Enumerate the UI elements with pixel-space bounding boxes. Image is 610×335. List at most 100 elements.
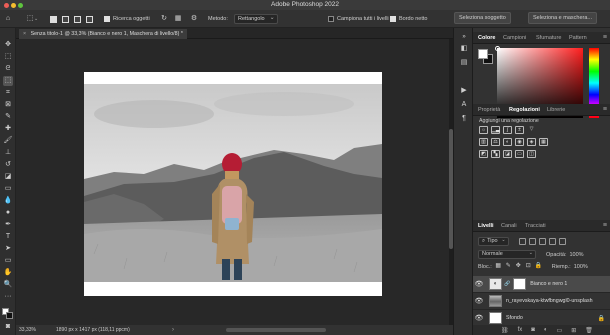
tab-layers[interactable]: Livelli: [478, 220, 494, 232]
canvas-area[interactable]: [16, 39, 453, 325]
status-menu-chevron-icon[interactable]: ›: [172, 325, 174, 335]
layer-name[interactable]: n_rayevskaya-ktwfbngwgl0-unsplash: [506, 298, 606, 304]
lock-all-icon[interactable]: 🔒: [535, 263, 542, 270]
tab-libraries[interactable]: Librerie: [547, 104, 565, 116]
hard-edge-checkbox[interactable]: [390, 16, 396, 22]
layer-row[interactable]: 👁 n_rayevskaya-ktwfbngwgl0-unsplash: [473, 293, 610, 310]
tab-gradients[interactable]: Sfumature: [536, 32, 561, 44]
home-icon[interactable]: ⌂: [4, 14, 12, 24]
delete-layer-icon[interactable]: 🗑: [585, 327, 593, 334]
vibrance-icon[interactable]: ▽: [527, 126, 536, 134]
close-icon[interactable]: ×: [23, 31, 26, 37]
intersect-selection-icon[interactable]: [86, 14, 93, 24]
tab-paths[interactable]: Tracciati: [525, 220, 546, 232]
eye-icon[interactable]: 👁: [473, 297, 485, 305]
opacity-value[interactable]: 100%: [569, 252, 583, 258]
color-panel-menu-icon[interactable]: ≡: [603, 32, 607, 44]
tool-preset-icon[interactable]: ⬚ ⌄: [26, 14, 39, 24]
eraser-tool-icon[interactable]: ◪: [3, 172, 13, 182]
lock-position-icon[interactable]: ✥: [515, 263, 522, 270]
lasso-tool-icon[interactable]: ᘓ: [3, 64, 13, 74]
levels-icon[interactable]: ▁▃: [491, 126, 500, 134]
hue-saturation-icon[interactable]: ▥: [479, 138, 488, 146]
paragraph-panel-icon[interactable]: ¶: [459, 114, 469, 124]
brightness-contrast-icon[interactable]: ☼: [479, 126, 488, 134]
layers-panel-menu-icon[interactable]: ≡: [603, 220, 607, 232]
layer-filter-kind[interactable]: ⌕ Tipo: [478, 237, 509, 246]
layer-style-icon[interactable]: fx: [518, 327, 523, 333]
layer-row[interactable]: 👁 ◐ 🔗 Bianco e nero 1: [473, 276, 610, 293]
quick-mask-icon[interactable]: ◙: [3, 322, 13, 332]
color-balance-icon[interactable]: ⚖: [491, 138, 500, 146]
crop-tool-icon[interactable]: ⌗: [3, 88, 13, 98]
link-icon[interactable]: 🔗: [504, 281, 510, 287]
filter-shape-icon[interactable]: [548, 238, 556, 245]
selective-color-icon[interactable]: ◫: [527, 150, 536, 158]
tab-channels[interactable]: Canali: [501, 220, 517, 232]
link-layers-icon[interactable]: ⛓: [501, 327, 509, 334]
black-white-icon[interactable]: ◐: [503, 138, 512, 146]
lock-transparent-icon[interactable]: ▦: [495, 263, 502, 270]
character-panel-icon[interactable]: A: [459, 100, 469, 110]
gradient-tool-icon[interactable]: ▭: [3, 184, 13, 194]
refresh-icon[interactable]: ↻: [160, 14, 168, 24]
collapse-chevron-icon[interactable]: »: [459, 32, 469, 42]
lock-artboard-icon[interactable]: ⊡: [525, 263, 532, 270]
eye-icon[interactable]: 👁: [473, 314, 485, 322]
blur-tool-icon[interactable]: 💧: [3, 196, 13, 206]
document-tab[interactable]: × Senza titolo-1 @ 33,3% (Bianco e nero …: [19, 29, 187, 39]
blend-mode-select[interactable]: Normale: [478, 250, 536, 259]
zoom-level[interactable]: 33,33%: [19, 325, 36, 335]
eyedropper-tool-icon[interactable]: ✎: [3, 112, 13, 122]
path-selection-tool-icon[interactable]: ➤: [3, 244, 13, 254]
method-select[interactable]: Rettangolo: [234, 14, 278, 24]
method-value[interactable]: Rettangolo: [234, 14, 278, 24]
clone-stamp-tool-icon[interactable]: ⊥: [3, 148, 13, 158]
exposure-icon[interactable]: ±: [515, 126, 524, 134]
tab-adjustments[interactable]: Regolazioni: [509, 104, 540, 116]
hand-tool-icon[interactable]: ✋: [3, 268, 13, 278]
show-objects-icon[interactable]: ▦: [174, 14, 182, 24]
tab-color[interactable]: Colore: [478, 32, 495, 44]
filter-type-icon[interactable]: [538, 238, 546, 245]
eye-icon[interactable]: 👁: [473, 280, 485, 288]
new-group-icon[interactable]: ▭: [557, 327, 563, 334]
actions-panel-icon[interactable]: ▶: [459, 86, 469, 96]
tab-patterns[interactable]: Pattern: [569, 32, 587, 44]
photo-filter-icon[interactable]: ◉: [515, 138, 524, 146]
threshold-icon[interactable]: ◪: [503, 150, 512, 158]
adjustments-panel-menu-icon[interactable]: ≡: [603, 104, 607, 116]
healing-brush-tool-icon[interactable]: ✚: [3, 124, 13, 134]
sample-all-layers-toggle[interactable]: Campiona tutti i livelli: [328, 14, 389, 24]
color-lookup-icon[interactable]: ▦: [539, 138, 548, 146]
hard-edge-toggle[interactable]: Bordo netto: [390, 14, 427, 24]
rectangle-tool-icon[interactable]: ▭: [3, 256, 13, 266]
marquee-tool-icon[interactable]: ⬚: [3, 52, 13, 62]
move-tool-icon[interactable]: ✥: [3, 40, 13, 50]
color-picker-cursor[interactable]: [495, 46, 500, 51]
add-selection-icon[interactable]: [62, 14, 69, 24]
layer-name[interactable]: Bianco e nero 1: [530, 281, 567, 287]
new-selection-icon[interactable]: [50, 14, 57, 24]
tab-properties[interactable]: Proprietà: [478, 104, 500, 116]
fill-value[interactable]: 100%: [574, 264, 588, 270]
brush-tool-icon[interactable]: 🖌: [3, 136, 13, 146]
filter-smart-object-icon[interactable]: [558, 238, 566, 245]
select-and-mask-label[interactable]: Seleziona e maschera...: [528, 12, 598, 24]
document-info[interactable]: 1890 px x 1417 px (118,11 ppcm): [56, 325, 130, 335]
select-and-mask-button[interactable]: Seleziona e maschera...: [528, 12, 598, 24]
gradient-map-icon[interactable]: ▭: [515, 150, 524, 158]
document-canvas[interactable]: [84, 72, 382, 296]
filter-adjustment-icon[interactable]: [528, 238, 536, 245]
object-finder-toggle[interactable]: Ricerca oggetti: [104, 14, 150, 24]
type-tool-icon[interactable]: T: [3, 232, 13, 242]
lock-image-icon[interactable]: ✎: [505, 263, 512, 270]
subtract-selection-icon[interactable]: [74, 14, 81, 24]
new-layer-icon[interactable]: ⊞: [571, 327, 576, 334]
curves-icon[interactable]: ∫: [503, 126, 512, 134]
background-color-icon[interactable]: [6, 312, 13, 319]
tab-swatches[interactable]: Campioni: [503, 32, 526, 44]
select-subject-label[interactable]: Seleziona soggetto: [454, 12, 511, 24]
layer-name[interactable]: Sfondo: [506, 315, 523, 321]
pen-tool-icon[interactable]: ✒: [3, 220, 13, 230]
